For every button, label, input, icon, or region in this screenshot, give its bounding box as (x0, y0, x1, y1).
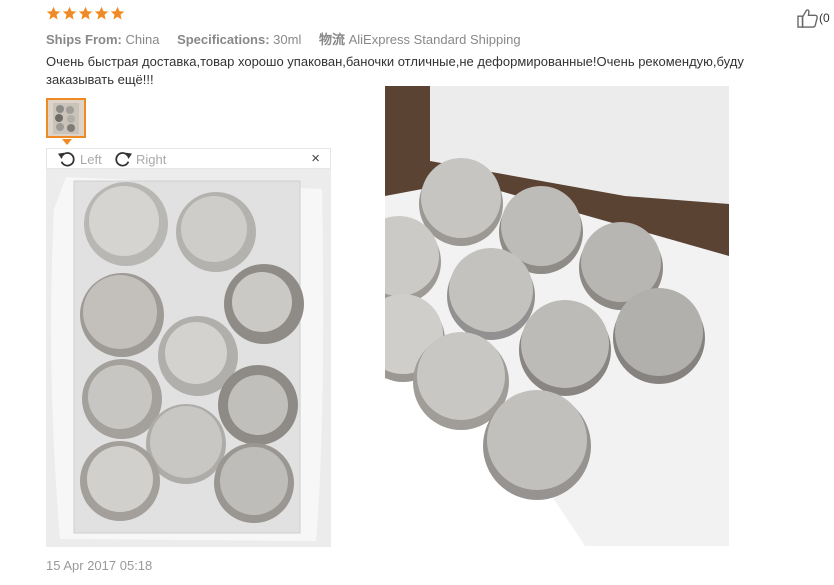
thumbnail-pointer (62, 139, 72, 145)
ships-from-label: Ships From: (46, 32, 122, 47)
shipping-value: AliExpress Standard Shipping (348, 32, 521, 47)
helpful-count: (0 (819, 11, 830, 25)
thumbs-up-icon (797, 9, 818, 28)
rotate-right-label: Right (136, 151, 167, 167)
photo-thumbnail[interactable] (46, 98, 86, 138)
star-icon (62, 6, 77, 20)
review-text: Очень быстрая доставка,товар хорошо упак… (46, 54, 744, 87)
order-meta: Ships From: China Specifications: 30ml 物… (46, 29, 535, 48)
rating-stars (46, 6, 125, 21)
star-icon (46, 6, 61, 20)
rotate-right-icon (115, 152, 132, 167)
thumbnail-image (48, 100, 84, 136)
rotate-left-button[interactable]: Left (57, 149, 102, 169)
star-icon (94, 6, 109, 20)
star-icon (110, 6, 125, 20)
review-photo-2[interactable] (357, 86, 729, 546)
tins-in-box-image (46, 169, 331, 547)
close-icon[interactable]: × (311, 150, 320, 167)
rotate-left-icon (58, 152, 75, 167)
tins-on-foam-image (357, 86, 729, 546)
review-date: 15 Apr 2017 05:18 (46, 558, 153, 573)
review-photo-enlarged (46, 169, 331, 547)
spec-value: 30ml (273, 32, 302, 47)
rotate-right-button[interactable]: Right (113, 149, 166, 169)
helpful-button[interactable]: (0 (797, 8, 830, 28)
spec-label: Specifications: (177, 32, 270, 47)
star-icon (78, 6, 93, 20)
shipping-label: 物流 (318, 32, 345, 47)
rotate-left-label: Left (80, 151, 102, 167)
image-viewer-toolbar: Left Right × (46, 148, 331, 169)
ships-from-value: China (125, 32, 160, 47)
